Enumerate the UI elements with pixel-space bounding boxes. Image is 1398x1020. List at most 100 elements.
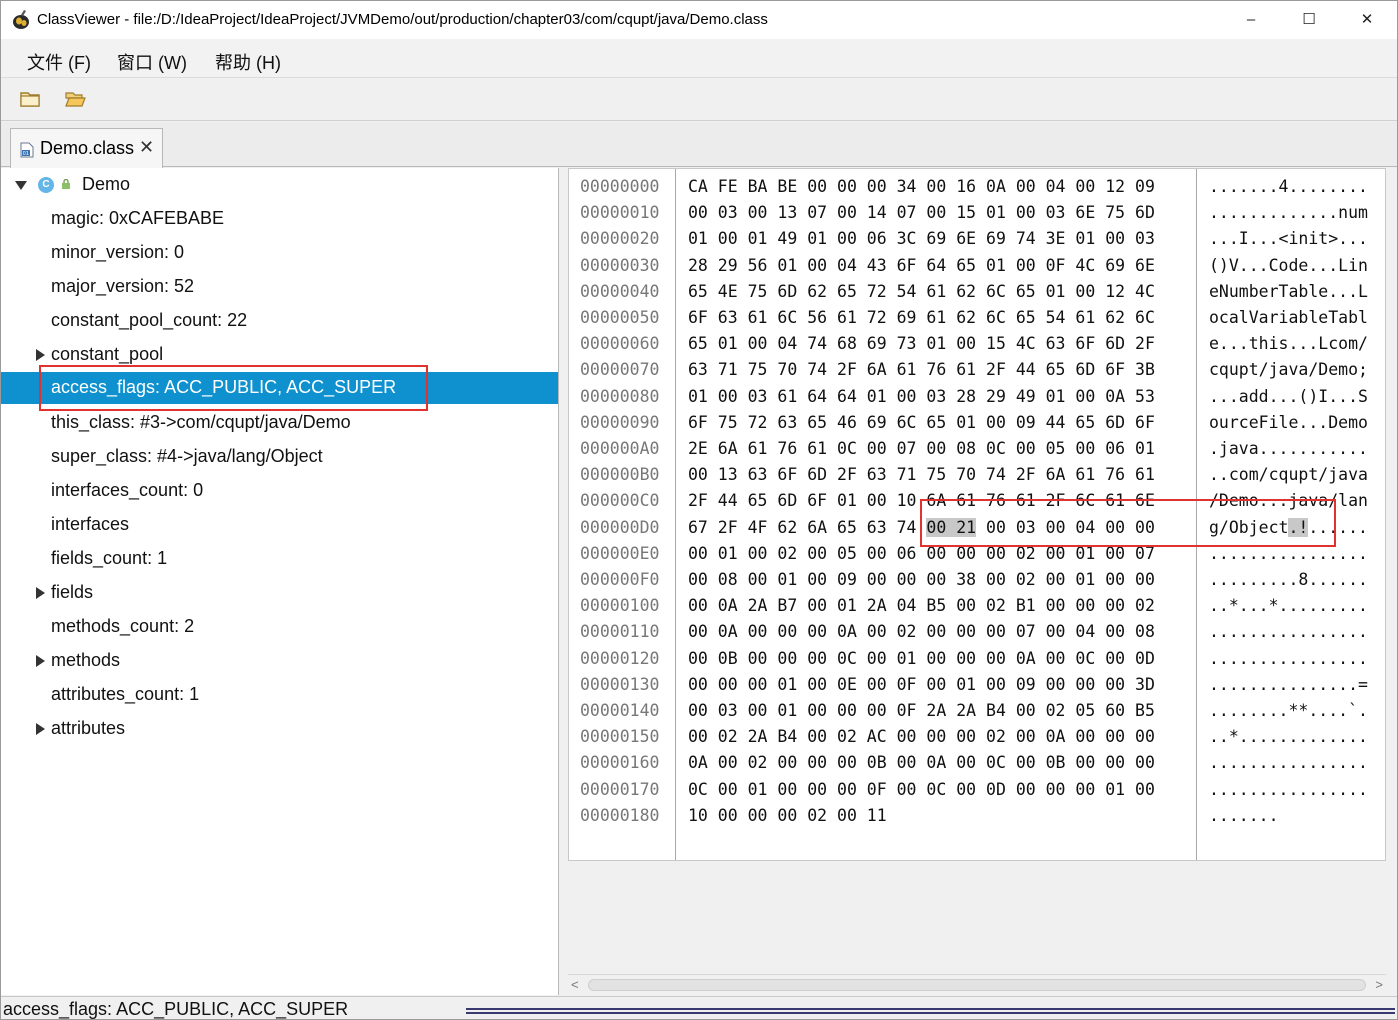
hex-bytes-row[interactable]: 6F 63 61 6C 56 61 72 69 61 62 6C 65 54 6…: [688, 308, 1155, 327]
expand-arrow-icon[interactable]: [36, 723, 45, 735]
hex-offset: 00000160: [580, 753, 660, 773]
scroll-left-icon[interactable]: <: [571, 977, 579, 992]
hex-bytes-row[interactable]: 0A 00 02 00 00 00 0B 00 0A 00 0C 00 0B 0…: [688, 753, 1155, 772]
ascii-row[interactable]: ()V...Code...Lin: [1209, 256, 1368, 275]
tab-demo-class[interactable]: 01 Demo.class ✕: [10, 128, 163, 168]
toolbar: [1, 79, 1397, 121]
ascii-row[interactable]: .......4........: [1209, 177, 1368, 196]
ascii-row[interactable]: ................: [1209, 649, 1368, 668]
ascii-row[interactable]: ...add...()I...S: [1209, 387, 1368, 406]
hex-bytes-row[interactable]: 00 0B 00 00 00 0C 00 01 00 00 00 0A 00 0…: [688, 649, 1155, 668]
status-text: access_flags: ACC_PUBLIC, ACC_SUPER: [3, 999, 349, 1019]
ascii-row[interactable]: ...I...<init>...: [1209, 229, 1368, 248]
ascii-row[interactable]: .java...........: [1209, 439, 1368, 458]
class-structure-tree: C Demo magic: 0xCAFEBABE minor_version: …: [1, 168, 559, 995]
scroll-right-icon[interactable]: >: [1375, 977, 1383, 992]
ascii-row[interactable]: .......: [1209, 806, 1279, 825]
hex-bytes-row[interactable]: 00 03 00 13 07 00 14 07 00 15 01 00 03 6…: [688, 203, 1155, 222]
hex-offset: 00000000: [580, 177, 660, 196]
hex-bytes-row[interactable]: 00 03 00 01 00 00 00 0F 2A 2A B4 00 02 0…: [688, 701, 1155, 720]
ascii-row[interactable]: ................: [1209, 753, 1368, 772]
tree-item-interfaces[interactable]: interfaces: [1, 509, 558, 541]
tree-item-methods-count[interactable]: methods_count: 2: [1, 611, 558, 643]
tree-item-interfaces-count[interactable]: interfaces_count: 0: [1, 475, 558, 507]
tree-item-label: methods: [51, 650, 121, 670]
hex-bytes-row[interactable]: 01 00 01 49 01 00 06 3C 69 6E 69 74 3E 0…: [688, 229, 1155, 248]
tree-item-super-class[interactable]: super_class: #4->java/lang/Object: [1, 441, 558, 473]
hex-bytes-row[interactable]: 0C 00 01 00 00 00 0F 00 0C 00 0D 00 00 0…: [688, 780, 1155, 799]
expand-arrow-icon[interactable]: [36, 655, 45, 667]
hex-bytes-row[interactable]: 00 08 00 01 00 09 00 00 00 38 00 02 00 0…: [688, 570, 1155, 589]
hex-bytes-row[interactable]: 00 0A 00 00 00 0A 00 02 00 00 00 07 00 0…: [688, 622, 1155, 641]
ascii-row[interactable]: ..com/cqupt/java: [1209, 465, 1368, 484]
expand-arrow-icon[interactable]: [36, 349, 45, 361]
tree-item-label: attributes: [51, 718, 126, 738]
tree-item-methods[interactable]: methods: [1, 645, 558, 677]
hex-bytes-row[interactable]: 00 00 00 01 00 0E 00 0F 00 01 00 09 00 0…: [688, 675, 1155, 694]
minimize-button[interactable]: ‒: [1231, 7, 1271, 33]
tree-item-attributes[interactable]: attributes: [1, 713, 558, 745]
maximize-button[interactable]: ☐: [1289, 7, 1329, 33]
public-lock-icon: [62, 179, 70, 189]
hex-offset: 00000130: [580, 674, 660, 694]
hex-bytes-row[interactable]: CA FE BA BE 00 00 00 34 00 16 0A 00 04 0…: [688, 177, 1155, 196]
title-bar: ClassViewer - file:/D:/IdeaProject/IdeaP…: [1, 1, 1397, 39]
collapse-arrow-icon[interactable]: [15, 181, 27, 190]
hex-bytes-row[interactable]: 01 00 03 61 64 64 01 00 03 28 29 49 01 0…: [688, 387, 1155, 406]
ascii-row[interactable]: ...............=: [1209, 675, 1368, 694]
tab-close-button[interactable]: ✕: [139, 137, 154, 158]
tree-item-fields-count[interactable]: fields_count: 1: [1, 543, 558, 575]
close-window-button[interactable]: ✕: [1347, 7, 1387, 33]
hex-offset: 00000100: [580, 596, 660, 616]
tree-item-fields[interactable]: fields: [1, 577, 558, 609]
ascii-row[interactable]: .........8......: [1209, 570, 1368, 589]
tree-item-label: interfaces_count: 0: [51, 480, 204, 500]
tree-item-label: attributes_count: 1: [51, 684, 200, 704]
hex-offset: 000000F0: [580, 570, 660, 589]
tree-item-this-class[interactable]: this_class: #3->com/cqupt/java/Demo: [1, 407, 558, 439]
hex-bytes-row[interactable]: 00 13 63 6F 6D 2F 63 71 75 70 74 2F 6A 6…: [688, 465, 1155, 484]
app-logo-icon: [13, 10, 29, 29]
hex-bytes-row[interactable]: 65 01 00 04 74 68 69 73 01 00 15 4C 63 6…: [688, 334, 1155, 353]
tree-item-major-version[interactable]: major_version: 52: [1, 271, 558, 303]
hex-bytes-row[interactable]: 6F 75 72 63 65 46 69 6C 65 01 00 09 44 6…: [688, 413, 1155, 432]
expand-arrow-icon[interactable]: [36, 587, 45, 599]
hex-bytes-row[interactable]: 00 0A 2A B7 00 01 2A 04 B5 00 02 B1 00 0…: [688, 596, 1155, 615]
ascii-row[interactable]: ..*.............: [1209, 727, 1368, 746]
menu-window[interactable]: 窗口 (W): [117, 49, 187, 75]
hex-bytes-row[interactable]: 63 71 75 70 74 2F 6A 61 76 61 2F 44 65 6…: [688, 360, 1155, 379]
tree-item-label: methods_count: 2: [51, 616, 195, 636]
menu-file[interactable]: 文件 (F): [27, 49, 91, 75]
svg-text:01: 01: [23, 151, 29, 157]
tree-item-constant-pool-count[interactable]: constant_pool_count: 22: [1, 305, 558, 337]
tree-item-magic[interactable]: magic: 0xCAFEBABE: [1, 203, 558, 235]
ascii-row[interactable]: cqupt/java/Demo;: [1209, 360, 1368, 379]
tree-item-label: super_class: #4->java/lang/Object: [51, 446, 323, 466]
ascii-row[interactable]: e...this...Lcom/: [1209, 334, 1368, 353]
hex-bytes-row[interactable]: 28 29 56 01 00 04 43 6F 64 65 01 00 0F 4…: [688, 256, 1155, 275]
hex-offset: 000000A0: [580, 439, 660, 458]
ascii-row[interactable]: ocalVariableTabl: [1209, 308, 1368, 327]
horizontal-scrollbar[interactable]: < >: [568, 974, 1386, 994]
scrollbar-thumb[interactable]: [588, 979, 1366, 991]
tree-root-demo[interactable]: C Demo: [1, 169, 558, 201]
ascii-row[interactable]: .............num: [1209, 203, 1368, 222]
offset-column: 00000000 00000010 00000020 00000030 00000040…: [569, 169, 676, 860]
folder-icon[interactable]: [18, 88, 42, 110]
hex-bytes-row[interactable]: 10 00 00 00 02 00 11: [688, 806, 887, 825]
ascii-row[interactable]: ................: [1209, 780, 1368, 799]
ascii-row[interactable]: ourceFile...Demo: [1209, 413, 1368, 432]
classviewer-window: ClassViewer - file:/D:/IdeaProject/IdeaP…: [0, 0, 1398, 1020]
ascii-row[interactable]: ................: [1209, 622, 1368, 641]
menu-help[interactable]: 帮助 (H): [215, 49, 281, 75]
ascii-row[interactable]: ..*...*.........: [1209, 596, 1368, 615]
hex-offset: 00000110: [580, 622, 660, 642]
hex-bytes-row[interactable]: 00 02 2A B4 00 02 AC 00 00 00 02 00 0A 0…: [688, 727, 1155, 746]
tree-item-minor-version[interactable]: minor_version: 0: [1, 237, 558, 269]
ascii-row[interactable]: eNumberTable...L: [1209, 282, 1368, 301]
hex-bytes-row[interactable]: 65 4E 75 6D 62 65 72 54 61 62 6C 65 01 0…: [688, 282, 1155, 301]
open-folder-icon[interactable]: [63, 88, 87, 110]
hex-bytes-row[interactable]: 2E 6A 61 76 61 0C 00 07 00 08 0C 00 05 0…: [688, 439, 1155, 458]
ascii-row[interactable]: ........**....`.: [1209, 701, 1368, 720]
tree-item-attributes-count[interactable]: attributes_count: 1: [1, 679, 558, 711]
